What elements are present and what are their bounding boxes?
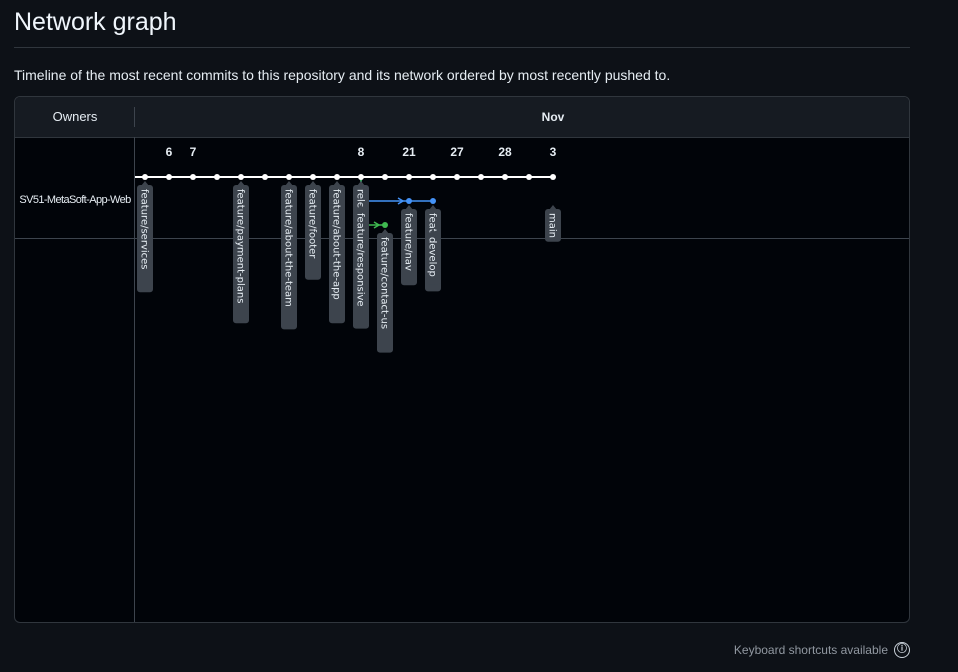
page-description: Timeline of the most recent commits to t… (14, 67, 671, 83)
branch-tag[interactable]: feature/footer (305, 181, 321, 280)
commit-dot (406, 198, 412, 204)
branch-tag-label: feature/services (139, 189, 150, 270)
commit-dot (262, 174, 268, 180)
branch-tag[interactable]: develop (425, 229, 441, 285)
branch-tag[interactable]: feature/payment-plans (233, 181, 249, 324)
branch-tag-label: feature/about-the-app (331, 189, 342, 300)
page-title: Network graph (14, 8, 177, 36)
day-label: 21 (402, 145, 416, 159)
commit-dot (166, 174, 172, 180)
day-label: 6 (166, 145, 173, 159)
info-icon[interactable]: ⓘ (894, 642, 910, 658)
commit-dot (382, 174, 388, 180)
commit-dot (358, 174, 364, 180)
commit-dot (550, 174, 556, 180)
branch-tag-label: develop (427, 237, 438, 277)
title-divider (14, 47, 910, 48)
day-label: 8 (358, 145, 365, 159)
branch-tag[interactable]: feature/nav (401, 205, 417, 286)
commit-dot (382, 222, 388, 228)
branch-tag[interactable]: feature/about-the-app (329, 181, 345, 324)
branch-tag-label: feature/about-the-team (283, 189, 294, 307)
branch-tag-label: feature/responsive (355, 213, 366, 307)
branch-tag-label: feature/payment-plans (235, 189, 246, 303)
branch-tag[interactable]: feature/services (137, 181, 153, 293)
branch-tag-label: feature/contact-us (379, 237, 390, 329)
commit-dot (406, 174, 412, 180)
branch-tag[interactable]: main (545, 205, 561, 242)
network-graph[interactable]: Owners Nov SV51-MetaSoft-App-Web 6 7 8 21 27… (14, 96, 910, 623)
commit-dot (526, 174, 532, 180)
commit-graph-canvas[interactable]: 6 7 8 21 27 28 3 feature/services feature/paymen… (15, 97, 909, 622)
commit-dot (478, 174, 484, 180)
branch-tag[interactable]: feature/responsive (353, 205, 369, 329)
commit-dot (142, 174, 148, 180)
branch-tag[interactable]: feature/contact-us (377, 229, 393, 353)
branch-tag-label: feature/nav (403, 213, 414, 271)
commit-dot (286, 174, 292, 180)
keyboard-shortcuts-label: Keyboard shortcuts available (733, 643, 888, 657)
keyboard-shortcuts[interactable]: Keyboard shortcuts available ⓘ (734, 642, 910, 658)
branch-tag-label: main (547, 213, 558, 238)
commit-dot (310, 174, 316, 180)
commit-dot (502, 174, 508, 180)
commit-dot (334, 174, 340, 180)
branch-tag[interactable]: feature/about-the-team (281, 181, 297, 330)
day-label: 7 (190, 145, 197, 159)
day-label: 28 (498, 145, 512, 159)
commit-dot (214, 174, 220, 180)
commit-dot (430, 198, 436, 204)
branch-line (360, 177, 433, 202)
commit-dot (454, 174, 460, 180)
day-label: 27 (450, 145, 464, 159)
commit-dot (238, 174, 244, 180)
commit-dot (190, 174, 196, 180)
commit-dot (430, 174, 436, 180)
day-label: 3 (550, 145, 557, 159)
branch-tag-label: feature/footer (307, 189, 318, 259)
